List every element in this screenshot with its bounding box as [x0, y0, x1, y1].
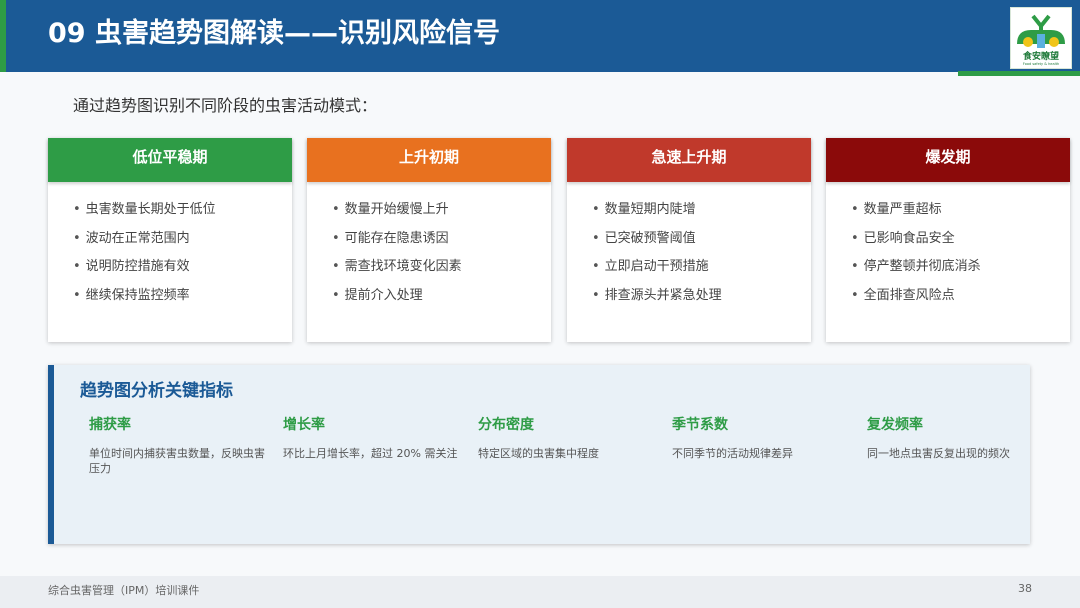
list-item: 停产整顿并彻底消杀 [851, 259, 1070, 288]
indicator-name: 季节系数 [672, 417, 728, 433]
stage-card-list: 数量短期内陡增 已突破预警阈值 立即启动干预措施 排查源头并紧急处理 [567, 182, 811, 317]
list-item: 需查找环境变化因素 [332, 259, 551, 288]
stage-card-header: 低位平稳期 [48, 138, 292, 182]
list-item: 继续保持监控频率 [73, 288, 292, 317]
footer-course-title: 综合虫害管理（IPM）培训课件 [48, 584, 200, 597]
indicator-distribution-density: 分布密度 特定区域的虫害集中程度 [478, 416, 656, 461]
logo-icon [1017, 14, 1065, 48]
stage-card-header: 上升初期 [307, 138, 551, 182]
stage-card-outbreak: 爆发期 数量严重超标 已影响食品安全 停产整顿并彻底消杀 全面排查风险点 [826, 138, 1070, 342]
header-accent-bottom [958, 71, 1080, 76]
indicator-name: 分布密度 [478, 417, 534, 433]
list-item: 排查源头并紧急处理 [592, 288, 811, 317]
list-item: 数量开始缓慢上升 [332, 202, 551, 231]
indicator-desc: 不同季节的活动规律差异 [672, 447, 793, 460]
footer-bar: 综合虫害管理（IPM）培训课件 38 [0, 576, 1080, 608]
list-item: 已突破预警阈值 [592, 231, 811, 260]
indicator-recurrence-frequency: 复发频率 同一地点虫害反复出现的频次 [867, 416, 1027, 461]
indicator-name: 捕获率 [89, 417, 131, 433]
indicator-seasonal-coefficient: 季节系数 不同季节的活动规律差异 [672, 416, 850, 461]
logo-text: 食安瞭望 [1022, 52, 1059, 62]
indicator-growth-rate: 增长率 环比上月增长率，超过 20% 需关注 [283, 416, 461, 461]
stage-card-list: 数量严重超标 已影响食品安全 停产整顿并彻底消杀 全面排查风险点 [826, 182, 1070, 317]
panel-title: 趋势图分析关键指标 [80, 381, 233, 401]
stage-card-low-stable: 低位平稳期 虫害数量长期处于低位 波动在正常范围内 说明防控措施有效 继续保持监… [48, 138, 292, 342]
indicator-name: 复发频率 [867, 417, 923, 433]
list-item: 数量严重超标 [851, 202, 1070, 231]
panel-accent-bar [48, 365, 54, 544]
stage-card-header: 爆发期 [826, 138, 1070, 182]
stage-card-list: 数量开始缓慢上升 可能存在隐患诱因 需查找环境变化因素 提前介入处理 [307, 182, 551, 317]
indicator-desc: 特定区域的虫害集中程度 [478, 447, 599, 460]
stage-card-list: 虫害数量长期处于低位 波动在正常范围内 说明防控措施有效 继续保持监控频率 [48, 182, 292, 317]
list-item: 已影响食品安全 [851, 231, 1070, 260]
indicator-name: 增长率 [283, 417, 325, 433]
list-item: 说明防控措施有效 [73, 259, 292, 288]
logo-subtext: Food safety & health [1022, 62, 1060, 66]
page-title: 09 虫害趋势图解读——识别风险信号 [48, 18, 500, 49]
list-item: 可能存在隐患诱因 [332, 231, 551, 260]
stage-card-header: 急速上升期 [567, 138, 811, 182]
indicator-capture-rate: 捕获率 单位时间内捕获害虫数量，反映虫害压力 [89, 416, 267, 476]
indicators-panel: 趋势图分析关键指标 捕获率 单位时间内捕获害虫数量，反映虫害压力 增长率 环比上… [48, 365, 1030, 544]
indicator-desc: 单位时间内捕获害虫数量，反映虫害压力 [89, 447, 265, 475]
stage-card-early-rise: 上升初期 数量开始缓慢上升 可能存在隐患诱因 需查找环境变化因素 提前介入处理 [307, 138, 551, 342]
page-number: 38 [1018, 582, 1032, 595]
indicator-desc: 环比上月增长率，超过 20% 需关注 [283, 447, 458, 460]
list-item: 提前介入处理 [332, 288, 551, 317]
list-item: 数量短期内陡增 [592, 202, 811, 231]
indicator-desc: 同一地点虫害反复出现的频次 [867, 447, 1010, 460]
logo: 食安瞭望 Food safety & health [1010, 7, 1072, 69]
list-item: 波动在正常范围内 [73, 231, 292, 260]
intro-text: 通过趋势图识别不同阶段的虫害活动模式： [73, 96, 378, 115]
header-accent-left [0, 0, 6, 72]
stage-card-rapid-rise: 急速上升期 数量短期内陡增 已突破预警阈值 立即启动干预措施 排查源头并紧急处理 [567, 138, 811, 342]
list-item: 虫害数量长期处于低位 [73, 202, 292, 231]
list-item: 全面排查风险点 [851, 288, 1070, 317]
list-item: 立即启动干预措施 [592, 259, 811, 288]
